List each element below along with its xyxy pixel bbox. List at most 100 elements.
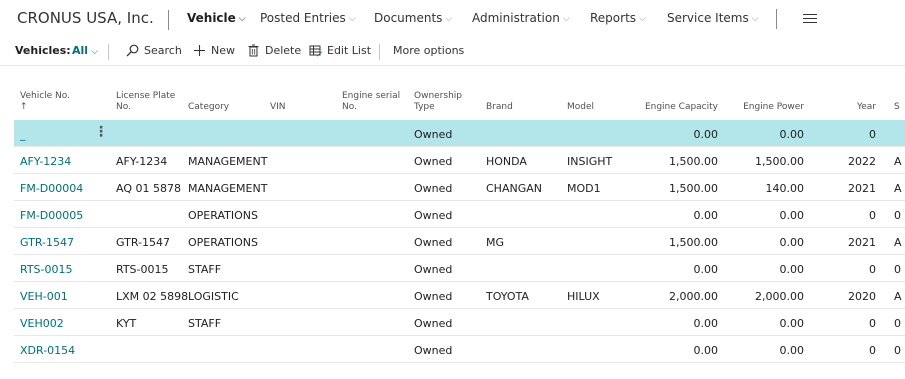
cell-year: 2021 <box>848 236 876 249</box>
sort-ascending-icon: ↑ <box>20 102 28 112</box>
cell-ownership-type: Owned <box>414 128 453 141</box>
header-engine-serial-line2: No. <box>342 102 357 112</box>
table-row[interactable]: FM-D00004 AQ 01 5878 MANAGEMENT Owned CHANGA… <box>14 174 905 201</box>
header-engine-capacity[interactable]: Engine Capacity <box>618 102 718 113</box>
chevron-down-icon: ⌵ <box>238 14 246 24</box>
cell-engine-capacity: 0.00 <box>693 344 719 357</box>
view-filter-dropdown[interactable]: All ⌵ <box>72 44 98 57</box>
nav-reports[interactable]: Reports ⌵ <box>590 11 646 25</box>
cell-brand: CHANGAN <box>486 182 542 195</box>
nav-administration[interactable]: Administration ⌵ <box>472 11 570 25</box>
cell-brand: MG <box>486 236 505 249</box>
header-ownership-line2: Type <box>414 102 435 112</box>
cell-vehicle-no[interactable]: RTS-0015 <box>20 263 73 276</box>
nav-service-items[interactable]: Service Items ⌵ <box>667 11 759 25</box>
cell-vehicle-no[interactable]: GTR-1547 <box>20 236 74 249</box>
delete-label: Delete <box>265 44 302 57</box>
cell-vehicle-no[interactable]: AFY-1234 <box>20 155 71 168</box>
row-actions-icon[interactable]: ⋮ <box>94 124 108 140</box>
cell-vehicle-no[interactable]: _ <box>20 128 26 141</box>
table-row[interactable]: GTR-1547 GTR-1547 OPERATIONS Owned MG 1,500.0… <box>14 228 905 255</box>
table-row[interactable]: FM-D00005 OPERATIONS Owned 0.00 0.00 0 0 <box>14 201 905 228</box>
nav-posted-entries[interactable]: Posted Entries ⌵ <box>260 11 356 25</box>
header-category[interactable]: Category <box>188 102 229 113</box>
search-button[interactable]: Search <box>126 44 182 57</box>
cell-engine-power: 0.00 <box>779 263 805 276</box>
cell-brand: TOYOTA <box>486 290 529 303</box>
nav-documents[interactable]: Documents ⌵ <box>374 11 452 25</box>
header-license-plate-line2: No. <box>116 102 131 112</box>
cell-category: STAFF <box>188 317 222 330</box>
nav-posted-entries-label: Posted Entries <box>260 11 346 25</box>
header-vehicle-no[interactable]: Vehicle No. ↑ <box>20 91 70 113</box>
edit-list-icon <box>309 44 322 57</box>
cell-vehicle-no[interactable]: XDR-0154 <box>20 344 75 357</box>
plus-icon <box>193 44 206 57</box>
table-row[interactable]: RTS-0015 RTS-0015 STAFF Owned 0.00 0.00 0 0 <box>14 255 905 282</box>
delete-button[interactable]: Delete <box>247 44 301 57</box>
nav-vehicle[interactable]: Vehicle ⌵ <box>187 11 246 25</box>
cell-engine-power: 1,500.00 <box>755 155 804 168</box>
header-vin[interactable]: VIN <box>270 102 286 113</box>
cell-next-column: 0 <box>894 344 901 357</box>
cell-engine-power: 0.00 <box>779 209 805 222</box>
table-row[interactable]: VEH-001 LXM 02 5898 LOGISTIC Owned TOYOTA HIL… <box>14 282 905 309</box>
cell-next-column: 0 <box>894 317 901 330</box>
header-ownership-type[interactable]: Ownership Type <box>414 91 462 113</box>
new-button[interactable]: New <box>193 44 235 57</box>
cell-engine-capacity: 1,500.00 <box>669 182 718 195</box>
cell-engine-capacity: 2,000.00 <box>669 290 718 303</box>
company-name[interactable]: CRONUS USA, Inc. <box>17 9 154 27</box>
cell-engine-capacity: 0.00 <box>693 209 719 222</box>
cell-year: 2021 <box>848 182 876 195</box>
cell-vehicle-no[interactable]: VEH-001 <box>20 290 68 303</box>
header-brand[interactable]: Brand <box>486 102 513 113</box>
cell-year: 2022 <box>848 155 876 168</box>
cell-vehicle-no[interactable]: FM-D00005 <box>20 209 83 222</box>
cell-model: INSIGHT <box>567 155 613 168</box>
table-row[interactable]: _ Owned 0.00 0.00 0 ⋮ <box>14 120 905 147</box>
cell-license-plate: GTR-1547 <box>116 236 171 249</box>
header-license-plate[interactable]: License Plate No. <box>116 91 175 113</box>
cell-ownership-type: Owned <box>414 209 453 222</box>
cell-vehicle-no[interactable]: FM-D00004 <box>20 182 83 195</box>
header-model[interactable]: Model <box>567 102 594 113</box>
nav-documents-label: Documents <box>374 11 443 25</box>
cell-year: 0 <box>869 209 876 222</box>
cell-license-plate: RTS-0015 <box>116 263 169 276</box>
header-engine-power[interactable]: Engine Power <box>704 102 804 113</box>
header-engine-serial-line1: Engine serial <box>342 91 401 101</box>
header-next-column[interactable]: S <box>894 102 900 113</box>
cell-engine-capacity: 0.00 <box>693 263 719 276</box>
cell-license-plate: LXM 02 5898 <box>116 290 189 303</box>
nav-administration-label: Administration <box>472 11 560 25</box>
cell-year: 0 <box>869 128 876 141</box>
cell-next-column: A <box>894 155 902 168</box>
cell-category: MANAGEMENT <box>188 155 268 168</box>
cell-next-column: A <box>894 182 902 195</box>
chevron-down-icon: ⌵ <box>639 14 646 24</box>
cell-license-plate: KYT <box>116 317 137 330</box>
cell-model: HILUX <box>567 290 600 303</box>
cell-engine-capacity: 0.00 <box>693 317 719 330</box>
cell-engine-power: 0.00 <box>779 128 805 141</box>
cell-engine-capacity: 1,500.00 <box>669 236 718 249</box>
header-vehicle-no-label: Vehicle No. <box>20 91 70 101</box>
new-label: New <box>211 44 235 57</box>
hamburger-menu-icon[interactable] <box>803 14 817 23</box>
cell-vehicle-no[interactable]: VEH002 <box>20 317 64 330</box>
more-options-button[interactable]: More options <box>393 44 464 57</box>
table-row[interactable]: AFY-1234 AFY-1234 MANAGEMENT Owned HONDA INSI… <box>14 147 905 174</box>
cell-ownership-type: Owned <box>414 155 453 168</box>
cell-ownership-type: Owned <box>414 290 453 303</box>
cell-category: OPERATIONS <box>188 209 258 222</box>
header-year[interactable]: Year <box>826 102 876 113</box>
cell-ownership-type: Owned <box>414 263 453 276</box>
table-row[interactable]: XDR-0154 Owned 0.00 0.00 0 0 <box>14 336 905 363</box>
table-row[interactable]: VEH002 KYT STAFF Owned 0.00 0.00 0 0 <box>14 309 905 336</box>
nav-divider <box>776 9 777 29</box>
cell-category: STAFF <box>188 263 222 276</box>
list-title: Vehicles: <box>15 44 71 57</box>
edit-list-button[interactable]: Edit List <box>309 44 371 57</box>
header-engine-serial[interactable]: Engine serial No. <box>342 91 400 113</box>
